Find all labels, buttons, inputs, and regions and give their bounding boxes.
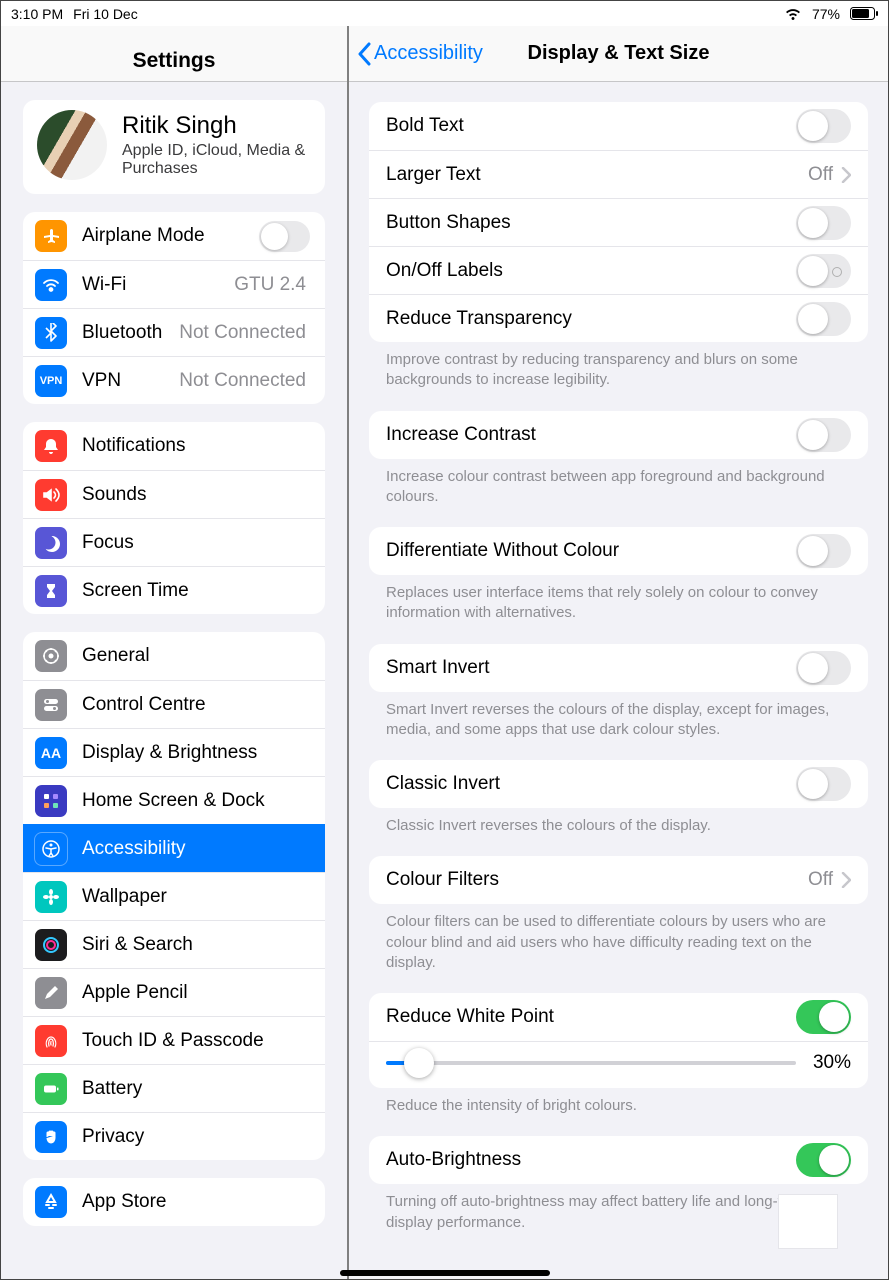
page-title: Display & Text Size [528,42,710,65]
row-wallpaper[interactable]: Wallpaper [23,872,325,920]
home-indicator[interactable] [340,1270,550,1276]
accessibility-icon [35,833,67,865]
shapes-toggle[interactable] [796,206,851,240]
battery-icon [850,7,878,20]
chevron-left-icon [357,42,371,66]
diff-footer: Replaces user interface items that rely … [369,575,868,624]
white-footer: Reduce the intensity of bright colours. [369,1088,868,1116]
status-battery-pct: 77% [812,6,840,22]
row-controlcentre[interactable]: Control Centre [23,680,325,728]
row-bold-text[interactable]: Bold Text [369,102,868,150]
row-siri[interactable]: Siri & Search [23,920,325,968]
row-bluetooth[interactable]: Bluetooth Not Connected [23,308,325,356]
reduce-transparency-toggle[interactable] [796,302,851,336]
wifi-icon [35,269,67,301]
row-airplane[interactable]: Airplane Mode [23,212,325,260]
row-colour-filters[interactable]: Colour FiltersOff [369,856,868,904]
moon-icon [35,527,67,559]
row-increase-contrast[interactable]: Increase Contrast [369,411,868,459]
switches-icon [35,689,67,721]
row-wifi[interactable]: Wi-Fi GTU 2.4 [23,260,325,308]
bold-toggle[interactable] [796,109,851,143]
white-point-slider[interactable] [386,1061,796,1065]
overlay-artifact [778,1194,838,1249]
grid-icon [35,785,67,817]
row-differentiate[interactable]: Differentiate Without Colour [369,527,868,575]
row-smart-invert[interactable]: Smart Invert [369,644,868,692]
row-display[interactable]: AADisplay & Brightness [23,728,325,776]
row-touchid[interactable]: Touch ID & Passcode [23,1016,325,1064]
airplane-icon [35,220,67,252]
chevron-right-icon [841,872,851,888]
white-point-value: 30% [813,1052,851,1074]
textsize-icon: AA [35,737,67,769]
row-reduce-transparency[interactable]: Reduce Transparency [369,294,868,342]
row-onoff-labels[interactable]: On/Off Labels [369,246,868,294]
status-time: 3:10 PM [11,6,63,22]
row-screentime[interactable]: Screen Time [23,566,325,614]
hand-icon [35,1121,67,1153]
row-battery[interactable]: Battery [23,1064,325,1112]
gear-icon [35,640,67,672]
row-focus[interactable]: Focus [23,518,325,566]
avatar [37,110,107,180]
row-appstore[interactable]: App Store [23,1178,325,1226]
battery-icon-row [35,1073,67,1105]
back-button[interactable]: Accessibility [357,42,483,66]
row-general[interactable]: General [23,632,325,680]
onoff-toggle[interactable] [796,254,851,288]
row-reduce-white-point[interactable]: Reduce White Point [369,993,868,1041]
flower-icon [35,881,67,913]
row-button-shapes[interactable]: Button Shapes [369,198,868,246]
row-larger-text[interactable]: Larger TextOff [369,150,868,198]
row-privacy[interactable]: Privacy [23,1112,325,1160]
bell-icon [35,430,67,462]
status-bar: 3:10 PM Fri 10 Dec 77% [1,1,888,26]
filters-footer: Colour filters can be used to differenti… [369,904,868,973]
sidebar-title: Settings [1,26,347,82]
hourglass-icon [35,575,67,607]
auto-toggle[interactable] [796,1143,851,1177]
reduce-transparency-footer: Improve contrast by reducing transparenc… [369,342,868,391]
row-classic-invert[interactable]: Classic Invert [369,760,868,808]
diff-toggle[interactable] [796,534,851,568]
user-card[interactable]: Ritik Singh Apple ID, iCloud, Media & Pu… [23,100,325,194]
status-date: Fri 10 Dec [73,6,138,22]
chevron-right-icon [841,167,851,183]
row-homescreen[interactable]: Home Screen & Dock [23,776,325,824]
pencil-icon [35,977,67,1009]
row-accessibility[interactable]: Accessibility [23,824,325,872]
row-auto-brightness[interactable]: Auto-Brightness [369,1136,868,1184]
white-toggle[interactable] [796,1000,851,1034]
speaker-icon [35,479,67,511]
siri-icon [35,929,67,961]
row-pencil[interactable]: Apple Pencil [23,968,325,1016]
classic-footer: Classic Invert reverses the colours of t… [369,808,868,836]
smart-footer: Smart Invert reverses the colours of the… [369,692,868,741]
classic-toggle[interactable] [796,767,851,801]
contrast-footer: Increase colour contrast between app for… [369,459,868,508]
wifi-icon [784,7,802,21]
row-vpn[interactable]: VPN VPN Not Connected [23,356,325,404]
contrast-toggle[interactable] [796,418,851,452]
fingerprint-icon [35,1025,67,1057]
row-sounds[interactable]: Sounds [23,470,325,518]
appstore-icon [35,1186,67,1218]
airplane-toggle[interactable] [259,221,310,252]
smart-toggle[interactable] [796,651,851,685]
row-notifications[interactable]: Notifications [23,422,325,470]
user-sub: Apple ID, iCloud, Media & Purchases [122,142,311,179]
user-name: Ritik Singh [122,112,311,140]
vpn-icon: VPN [35,365,67,397]
bluetooth-icon [35,317,67,349]
